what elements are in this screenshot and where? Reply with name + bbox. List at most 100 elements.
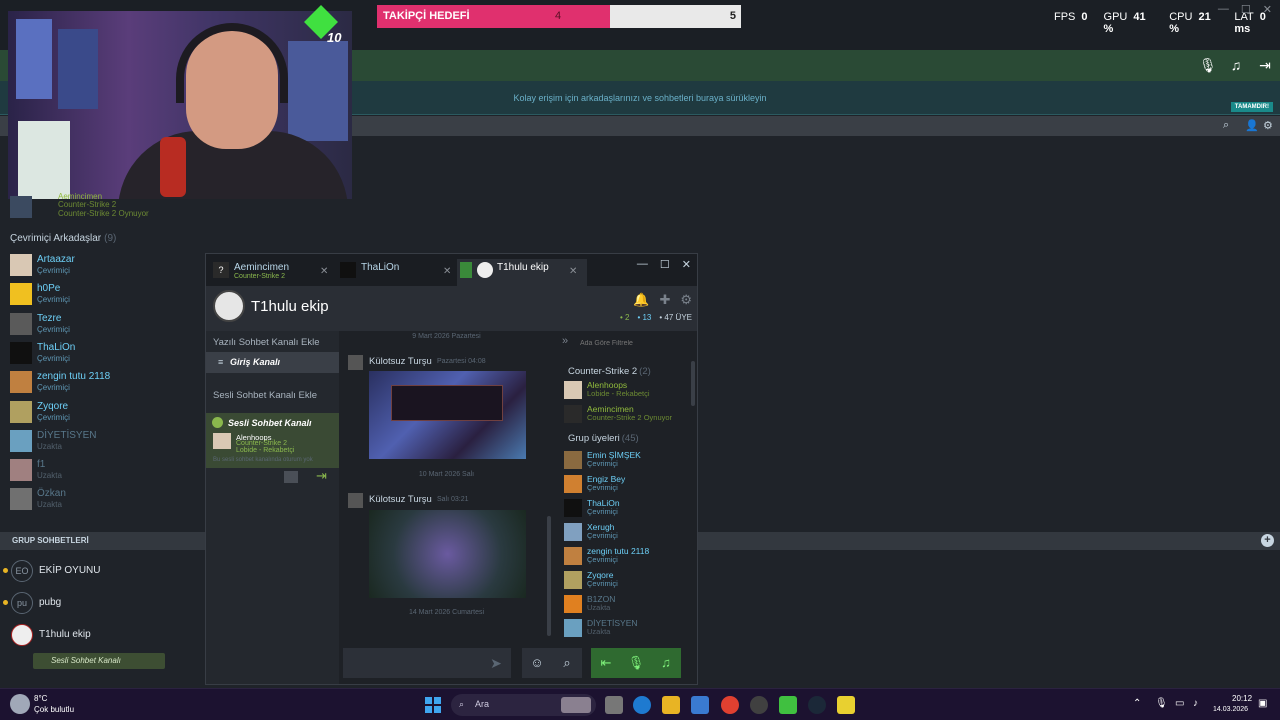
friend-item[interactable]: Tezre Çevrimiçi xyxy=(10,311,200,339)
tray-volume-icon[interactable]: ♪ xyxy=(1193,698,1198,709)
chrome-icon[interactable] xyxy=(721,696,739,714)
close-tab-icon[interactable]: ✕ xyxy=(569,266,577,277)
group-name: EKİP OYUNU xyxy=(39,565,101,576)
steam-icon[interactable] xyxy=(808,696,826,714)
tray-mic-icon[interactable]: 🎙 xyxy=(1155,698,1168,709)
friend-name: zengin tutu 2118 xyxy=(37,371,111,383)
member-item[interactable]: DİYETİSYEN Uzakta xyxy=(559,617,694,641)
kick-icon[interactable] xyxy=(779,696,797,714)
headphones-icon[interactable]: ♫ xyxy=(651,648,681,678)
member-search-input[interactable] xyxy=(580,336,688,350)
stat-cpu: CPU 21 % xyxy=(1169,11,1211,35)
taskbar-search[interactable]: ⌕ Ara xyxy=(451,694,596,716)
member-item[interactable]: Zyqore Çevrimiçi xyxy=(559,569,694,593)
add-group-icon[interactable]: + xyxy=(1261,534,1274,547)
avatar xyxy=(564,381,582,399)
exit-voice-icon[interactable]: ⇥ xyxy=(1257,57,1273,73)
friend-item[interactable]: ThaLiOn Çevrimiçi xyxy=(10,340,200,368)
task-view-icon[interactable] xyxy=(605,696,623,714)
member-column: » Counter-Strike 2(2) Alenhoops Lobide -… xyxy=(554,331,697,684)
member-item[interactable]: Emin ŞİMŞEK Çevrimiçi xyxy=(559,449,694,473)
file-explorer-icon[interactable] xyxy=(662,696,680,714)
calendar-icon[interactable] xyxy=(284,471,298,483)
join-voice-icon[interactable]: ⇥ xyxy=(316,468,327,484)
friend-status: Çevrimiçi xyxy=(37,324,70,334)
member-item[interactable]: Engiz Bey Çevrimiçi xyxy=(559,473,694,497)
online-friends-title[interactable]: Çevrimiçi Arkadaşlar (9) xyxy=(10,233,116,244)
group-avatar: EO xyxy=(11,560,33,582)
member-item[interactable]: zengin tutu 2118 Çevrimiçi xyxy=(559,545,694,569)
tray-chevron-icon[interactable]: ⌃ xyxy=(1133,698,1141,709)
maximize-icon[interactable]: ☐ xyxy=(660,258,670,271)
close-tab-icon[interactable]: ✕ xyxy=(443,266,451,277)
add-text-channel[interactable]: Yazılı Sohbet Kanalı Ekle xyxy=(213,337,320,348)
minimize-icon[interactable]: — xyxy=(1218,3,1229,16)
screenshot-image[interactable] xyxy=(369,510,526,598)
edge-icon[interactable] xyxy=(633,696,651,714)
avatar xyxy=(564,523,582,541)
avatar xyxy=(10,400,32,423)
emoji-icon[interactable]: ☺ xyxy=(522,648,552,678)
attach-icon[interactable]: ⌕ xyxy=(552,648,582,678)
weather-temp[interactable]: 8°C xyxy=(34,694,47,703)
add-friend-icon[interactable]: 👤 xyxy=(1245,119,1259,132)
avatar xyxy=(213,433,231,449)
tray-network-icon[interactable]: ▭ xyxy=(1175,698,1184,709)
friend-name: Zyqore xyxy=(37,400,69,412)
chat-window-controls: — ☐ ✕ xyxy=(637,258,691,271)
store-icon[interactable] xyxy=(691,696,709,714)
friend-partial[interactable]: Aemincimen Counter-Strike 2 Counter-Stri… xyxy=(10,192,200,222)
clock-date[interactable]: 14.03.2026 xyxy=(1213,706,1248,713)
member-item[interactable]: ThaLiOn Çevrimiçi xyxy=(559,497,694,521)
friend-item[interactable]: Zyqore Çevrimiçi xyxy=(10,399,200,427)
maximize-icon[interactable]: ☐ xyxy=(1241,3,1251,16)
minimize-icon[interactable]: — xyxy=(637,258,648,271)
add-voice-channel[interactable]: Sesli Sohbet Kanalı Ekle xyxy=(213,390,317,401)
member-status: Çevrimiçi xyxy=(587,579,618,588)
app-icon[interactable] xyxy=(837,696,855,714)
done-button[interactable]: TAMAMDIR! xyxy=(1230,102,1273,112)
screenshot-image[interactable] xyxy=(369,371,526,459)
send-icon[interactable]: ➤ xyxy=(481,648,511,678)
microphone-icon[interactable]: 🎙 xyxy=(621,648,651,678)
windows-start-icon[interactable] xyxy=(425,697,441,713)
tab-aemincimen[interactable]: ? Aemincimen Counter-Strike 2 ✕ xyxy=(210,259,332,286)
close-tab-icon[interactable]: ✕ xyxy=(320,266,328,277)
collapse-icon[interactable]: » xyxy=(562,335,568,347)
notification-icon[interactable]: ▣ xyxy=(1258,698,1267,709)
microphone-icon[interactable]: 🎙 xyxy=(1199,57,1217,73)
search-icon[interactable]: ⌕ xyxy=(1223,119,1229,132)
member-item[interactable]: B1ZON Uzakta xyxy=(559,593,694,617)
unread-dot xyxy=(3,600,8,605)
member-item[interactable]: Xerugh Çevrimiçi xyxy=(559,521,694,545)
close-icon[interactable]: ✕ xyxy=(1263,3,1272,16)
friend-item[interactable]: Özkan Uzakta xyxy=(10,486,200,514)
obs-icon[interactable] xyxy=(750,696,768,714)
friend-item[interactable]: h0Pe Çevrimiçi xyxy=(10,281,200,309)
tab-t1hulu-ekip[interactable]: T1hulu ekip ✕ xyxy=(457,259,587,286)
friend-item[interactable]: zengin tutu 2118 Çevrimiçi xyxy=(10,369,200,397)
tab-thalion[interactable]: ThaLiOn ✕ xyxy=(337,259,457,286)
leave-voice-icon[interactable]: ⇤ xyxy=(591,648,621,678)
member-status: Uzakta xyxy=(587,603,611,612)
weather-desc[interactable]: Çok bulutlu xyxy=(34,705,74,714)
invite-icon[interactable]: ✚ xyxy=(659,292,670,308)
scrollbar[interactable] xyxy=(691,361,695,406)
friend-status: Uzakta xyxy=(37,471,62,481)
close-icon[interactable]: ✕ xyxy=(682,258,691,271)
friend-item[interactable]: Artaazar Çevrimiçi xyxy=(10,252,200,280)
member-item[interactable]: Alenhoops Lobide - Rekabetçi xyxy=(559,379,694,403)
friend-item[interactable]: f1 Uzakta xyxy=(10,457,200,485)
bell-icon[interactable]: 🔔 xyxy=(633,292,649,308)
friend-name: Tezre xyxy=(37,312,62,324)
text-channel-item[interactable]: ≡ Giriş Kanalı xyxy=(206,352,339,373)
voice-channel-pill[interactable]: Sesli Sohbet Kanalı xyxy=(33,653,165,669)
friend-item[interactable]: DİYETİSYEN Uzakta xyxy=(10,428,200,456)
member-item[interactable]: Aemincimen Counter-Strike 2 Oynuyor xyxy=(559,403,694,427)
settings-icon[interactable]: ⚙ xyxy=(680,292,692,308)
scrollbar[interactable] xyxy=(547,516,551,636)
headphones-icon[interactable]: ♫ xyxy=(1228,57,1244,73)
clock-time[interactable]: 20:12 xyxy=(1232,694,1252,703)
settings-icon[interactable]: ⚙ xyxy=(1263,119,1273,132)
weather-icon[interactable] xyxy=(10,694,30,714)
